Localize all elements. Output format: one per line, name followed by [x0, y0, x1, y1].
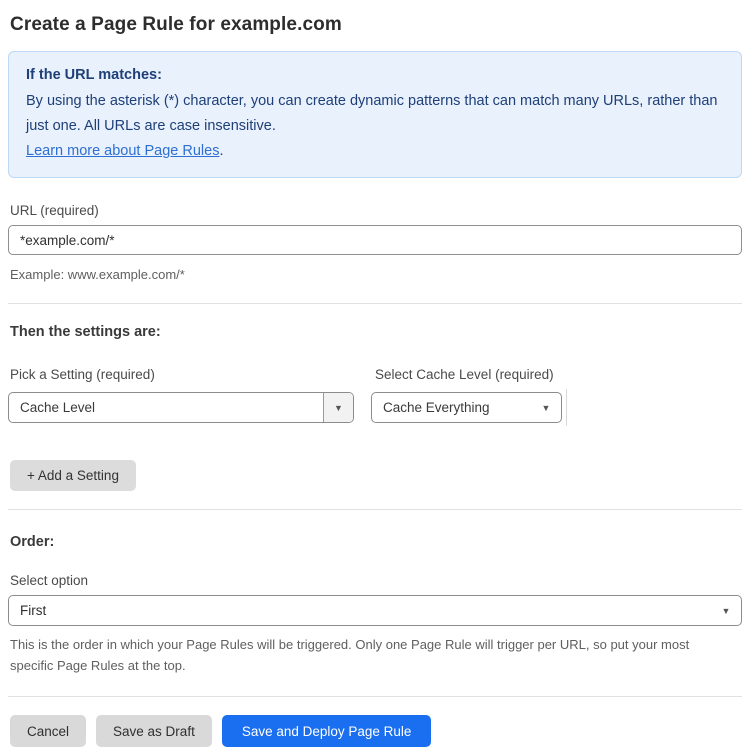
- order-helper-text: This is the order in which your Page Rul…: [10, 637, 690, 673]
- cache-level-dropdown-value: Cache Everything: [383, 400, 490, 415]
- divider: [8, 303, 742, 304]
- url-example-helper: Example: www.example.com/*: [10, 267, 185, 282]
- save-and-deploy-button[interactable]: Save and Deploy Page Rule: [221, 715, 432, 747]
- pick-setting-label: Pick a Setting (required): [10, 367, 155, 382]
- order-select-label: Select option: [10, 573, 89, 588]
- learn-more-link[interactable]: Learn more about Page Rules: [26, 143, 219, 159]
- setting-dropdown[interactable]: Cache Level ▼: [8, 392, 354, 423]
- setting-dropdowns-row: Cache Level ▼ Cache Everything ▼: [8, 389, 742, 426]
- create-page-rule-form: Create a Page Rule for example.com If th…: [0, 0, 750, 747]
- settings-section-heading: Then the settings are:: [10, 324, 161, 340]
- chevron-down-icon: ▼: [721, 605, 731, 616]
- setting-dropdown-value: Cache Level: [20, 400, 96, 415]
- cache-level-dropdown[interactable]: Cache Everything ▼: [371, 392, 562, 423]
- add-setting-button[interactable]: + Add a Setting: [10, 460, 136, 491]
- chevron-down-icon: ▼: [323, 393, 353, 422]
- info-box-link-line: Learn more about Page Rules.: [26, 139, 724, 164]
- link-suffix: .: [219, 143, 224, 159]
- url-field-label: URL (required): [10, 203, 99, 218]
- order-section-heading: Order:: [10, 534, 55, 550]
- page-title: Create a Page Rule for example.com: [10, 14, 342, 35]
- cancel-button[interactable]: Cancel: [10, 715, 87, 747]
- divider: [8, 696, 742, 697]
- order-select[interactable]: First ▼: [8, 595, 742, 626]
- divider: [8, 509, 742, 510]
- setting-labels-row: Pick a Setting (required) Select Cache L…: [8, 367, 742, 382]
- url-match-info-box: If the URL matches: By using the asteris…: [8, 51, 742, 178]
- setting-row-divider: [566, 389, 567, 426]
- url-input[interactable]: [8, 225, 742, 255]
- save-as-draft-button[interactable]: Save as Draft: [96, 715, 212, 747]
- info-box-heading: If the URL matches:: [26, 67, 162, 83]
- footer-actions: Cancel Save as Draft Save and Deploy Pag…: [10, 715, 742, 747]
- chevron-down-icon: ▼: [541, 402, 551, 413]
- cache-level-label: Select Cache Level (required): [375, 367, 554, 382]
- order-select-value: First: [20, 603, 47, 618]
- info-box-body: By using the asterisk (*) character, you…: [26, 93, 718, 134]
